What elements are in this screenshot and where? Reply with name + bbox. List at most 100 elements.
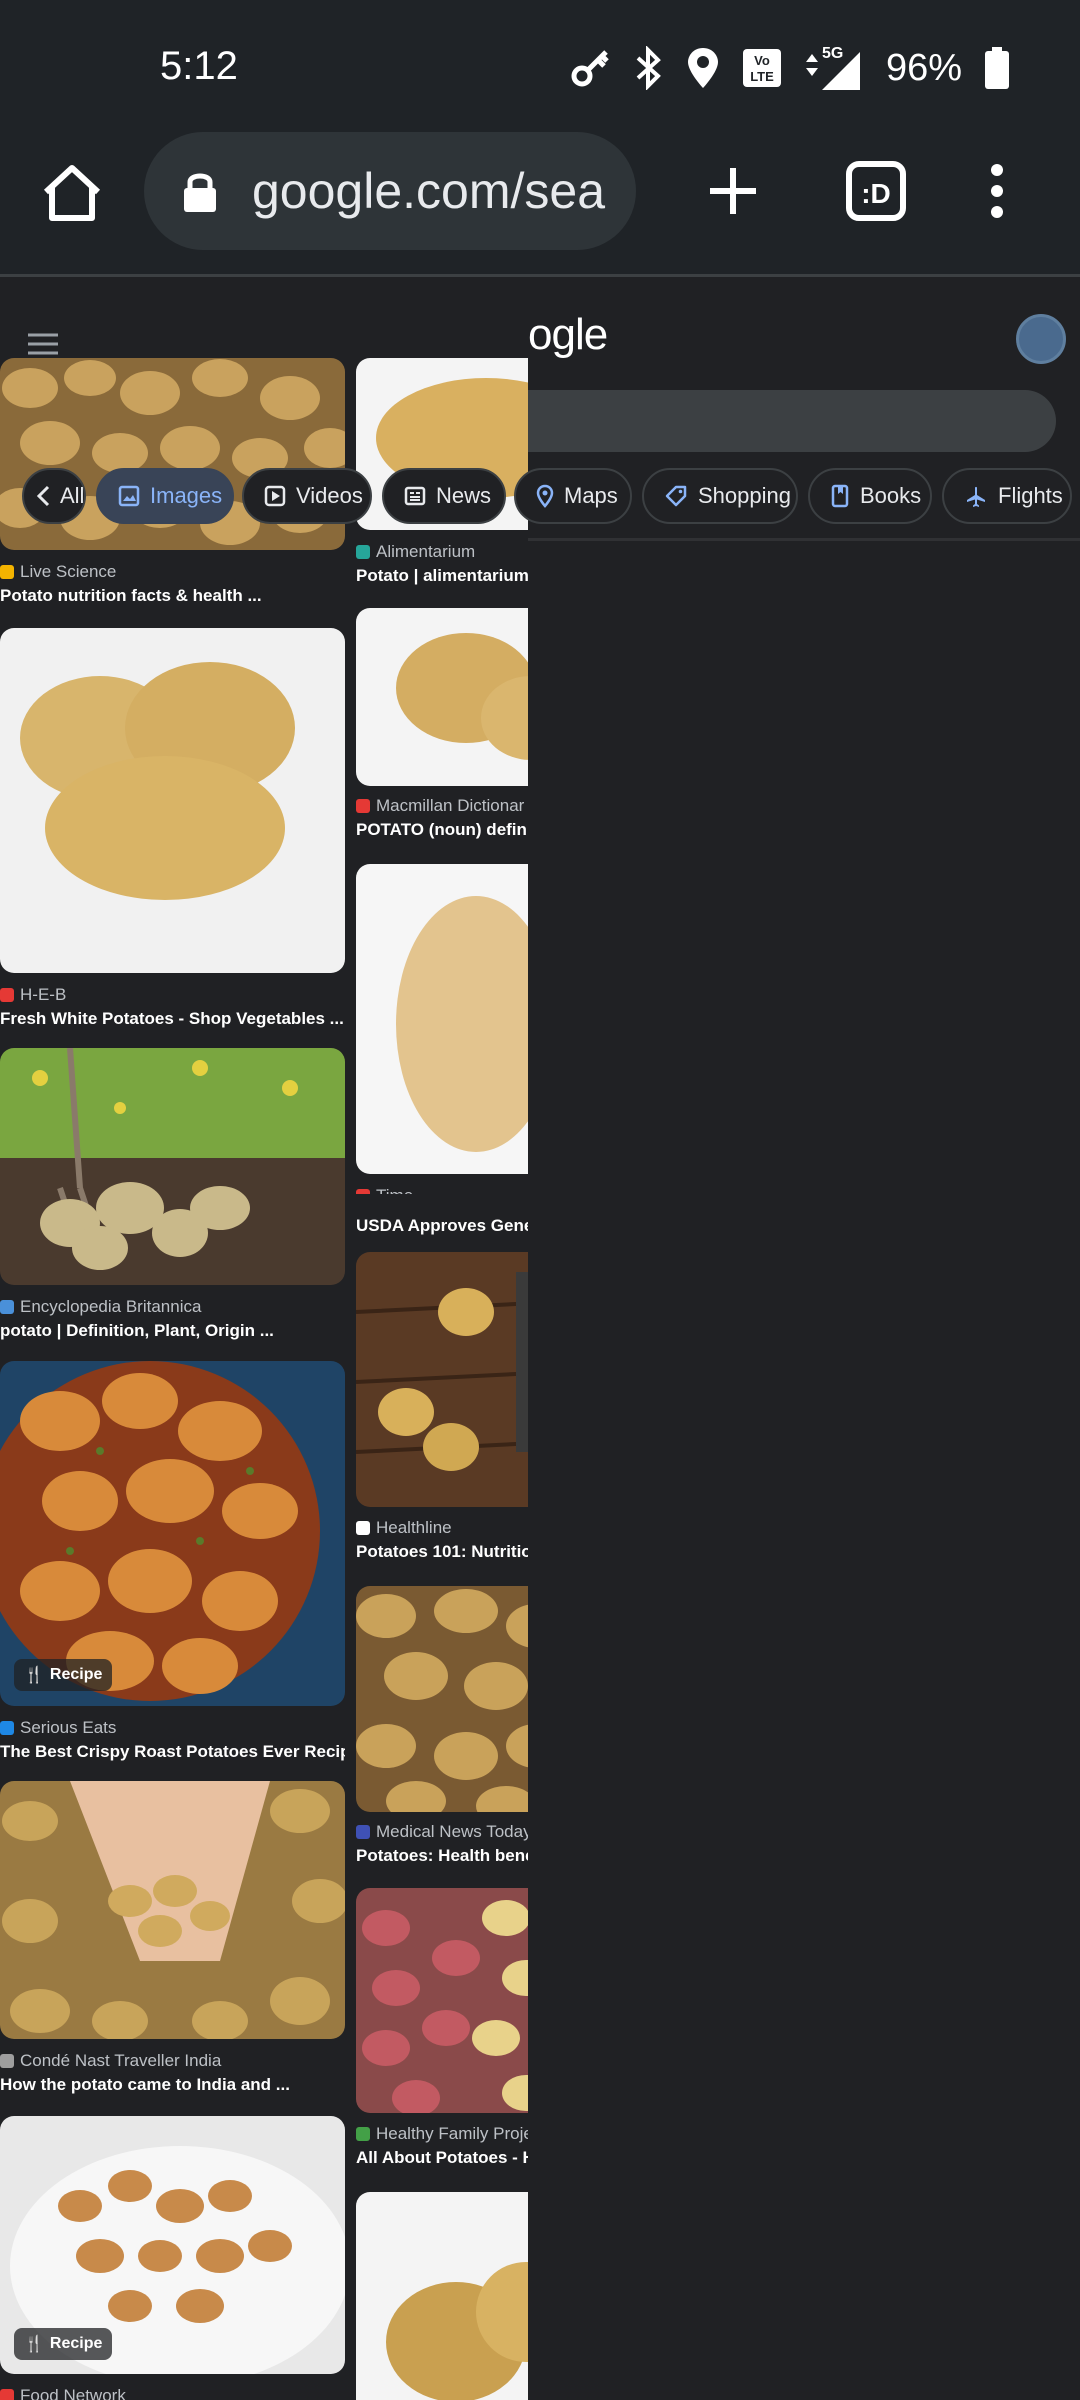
favicon (0, 2054, 14, 2068)
result-title[interactable]: All About Potatoes - Ho (356, 2148, 528, 2168)
result-source: Encyclopedia Britannica (20, 1297, 202, 1316)
new-tab-icon[interactable] (700, 158, 766, 224)
result-title[interactable]: Potatoes: Health benef (356, 1846, 528, 1866)
result-thumbnail[interactable] (0, 1781, 345, 2039)
volte-icon: VoLTE (742, 49, 781, 87)
url-text: google.com/sea (252, 163, 606, 219)
status-bar: 5:12 Vo LTE 5G 96% (0, 0, 1080, 132)
divider (528, 538, 1080, 541)
list-item[interactable]: Encyclopedia Britannica potato | Definit… (0, 1048, 345, 1341)
address-bar[interactable]: google.com/sea (144, 132, 636, 250)
svg-text:LTE: LTE (750, 69, 774, 84)
hamburger-menu-icon[interactable] (28, 332, 58, 356)
favicon (0, 1721, 14, 1735)
home-icon[interactable] (38, 160, 106, 228)
result-source: Healthy Family Proje (376, 2124, 528, 2143)
play-icon (264, 485, 286, 507)
tab-images[interactable]: Images (96, 468, 234, 524)
image-results-grid: Live Science Potato nutrition facts & he… (0, 356, 528, 2400)
result-source: Food Network (20, 2386, 126, 2400)
favicon (356, 1825, 370, 1839)
result-title[interactable]: Potato nutrition facts & health ... (0, 586, 345, 606)
result-thumbnail[interactable] (356, 1586, 528, 1812)
tab-news[interactable]: News (382, 468, 506, 524)
result-thumbnail[interactable] (0, 1048, 345, 1285)
list-item[interactable] (356, 2192, 528, 2400)
status-time: 5:12 (160, 44, 238, 88)
result-title[interactable]: potato | Definition, Plant, Origin ... (0, 1321, 345, 1341)
result-source: H-E-B (20, 985, 67, 1004)
result-thumbnail[interactable] (356, 864, 528, 1174)
result-title[interactable]: Potato | alimentarium (356, 566, 528, 586)
list-item[interactable]: H-E-B Fresh White Potatoes - Shop Vegeta… (0, 628, 345, 1028)
result-thumbnail[interactable] (356, 1252, 528, 1507)
location-icon (687, 48, 718, 88)
result-source: Condé Nast Traveller India (20, 2051, 222, 2070)
avatar[interactable] (1016, 314, 1066, 364)
key-icon (571, 50, 609, 87)
result-source: Healthline (376, 1518, 452, 1537)
google-logo: ogle (528, 310, 608, 359)
tab-shopping[interactable]: Shopping (642, 468, 798, 524)
list-item[interactable]: Medical News Today Potatoes: Health bene… (356, 1586, 528, 1866)
list-item[interactable]: Healthline Potatoes 101: Nutrition (356, 1252, 528, 1572)
tab-all[interactable]: All (22, 468, 86, 524)
result-source: Alimentarium (376, 542, 476, 561)
search-tabs: All Images Videos News Maps Shopping Boo… (0, 468, 1080, 528)
result-title[interactable]: The Best Crispy Roast Potatoes Ever Reci… (0, 1742, 345, 1762)
favicon (356, 2127, 370, 2141)
search-input[interactable] (528, 390, 1056, 452)
battery-icon (985, 47, 1009, 89)
favicon (0, 988, 14, 1002)
battery-percent: 96% (885, 46, 962, 89)
svg-text:Vo: Vo (754, 53, 770, 68)
recipe-badge: 🍴 Recipe (14, 1659, 113, 1691)
result-source: Medical News Today (376, 1822, 528, 1841)
search-panel (528, 277, 1080, 2400)
result-thumbnail[interactable] (0, 628, 345, 973)
tab-maps[interactable]: Maps (514, 468, 632, 524)
result-thumbnail[interactable] (356, 1888, 528, 2113)
favicon (356, 545, 370, 559)
result-source: Time (376, 1186, 413, 1194)
favicon (0, 1300, 14, 1314)
result-title[interactable]: USDA Approves Geneti (356, 1216, 528, 1236)
list-item[interactable]: 🍴 Recipe Food Network (0, 2116, 345, 2400)
list-item[interactable]: Time (356, 864, 528, 1194)
result-thumbnail[interactable] (356, 608, 528, 786)
lock-icon (184, 173, 216, 212)
map-pin-icon (536, 484, 554, 508)
favicon (356, 1189, 370, 1194)
overflow-menu-icon[interactable] (982, 158, 1012, 224)
result-source: Macmillan Dictionar (376, 796, 525, 815)
result-thumbnail[interactable] (0, 1361, 345, 1706)
list-item[interactable]: Macmillan Dictionar POTATO (noun) defini… (356, 608, 528, 848)
result-source: Serious Eats (20, 1718, 117, 1737)
favicon (0, 2389, 14, 2400)
result-thumbnail[interactable] (356, 2192, 528, 2400)
fork-knife-icon: 🍴 (24, 2336, 44, 2353)
result-title[interactable]: POTATO (noun) definiti (356, 820, 528, 840)
tab-videos[interactable]: Videos (242, 468, 372, 524)
tag-icon (665, 485, 687, 507)
list-item[interactable]: 🍴 Recipe Serious Eats The Best Crispy Roa… (0, 1361, 345, 1761)
bluetooth-icon (636, 46, 661, 90)
result-title[interactable]: Fresh White Potatoes - Shop Vegetables .… (0, 1009, 345, 1029)
fork-knife-icon: 🍴 (24, 1667, 44, 1684)
chevron-left-icon (36, 485, 50, 507)
browser-toolbar: google.com/sea :D (0, 132, 1080, 277)
list-item[interactable]: Condé Nast Traveller India How the potat… (0, 1781, 345, 2101)
tab-books[interactable]: Books (808, 468, 932, 524)
svg-text:5G: 5G (822, 45, 843, 62)
result-title[interactable]: How the potato came to India and ... (0, 2075, 345, 2095)
svg-text::D: :D (861, 178, 891, 209)
result-source: Live Science (20, 562, 117, 581)
favicon (356, 799, 370, 813)
airplane-icon (967, 486, 985, 507)
favicon (356, 1521, 370, 1535)
tab-flights[interactable]: Flights (942, 468, 1072, 524)
tab-switcher-icon[interactable]: :D (846, 158, 906, 224)
result-title[interactable]: Potatoes 101: Nutrition (356, 1542, 528, 1562)
status-icons: Vo LTE 5G 96% (568, 40, 1010, 96)
list-item[interactable]: Healthy Family Proje All About Potatoes … (356, 1888, 528, 2168)
